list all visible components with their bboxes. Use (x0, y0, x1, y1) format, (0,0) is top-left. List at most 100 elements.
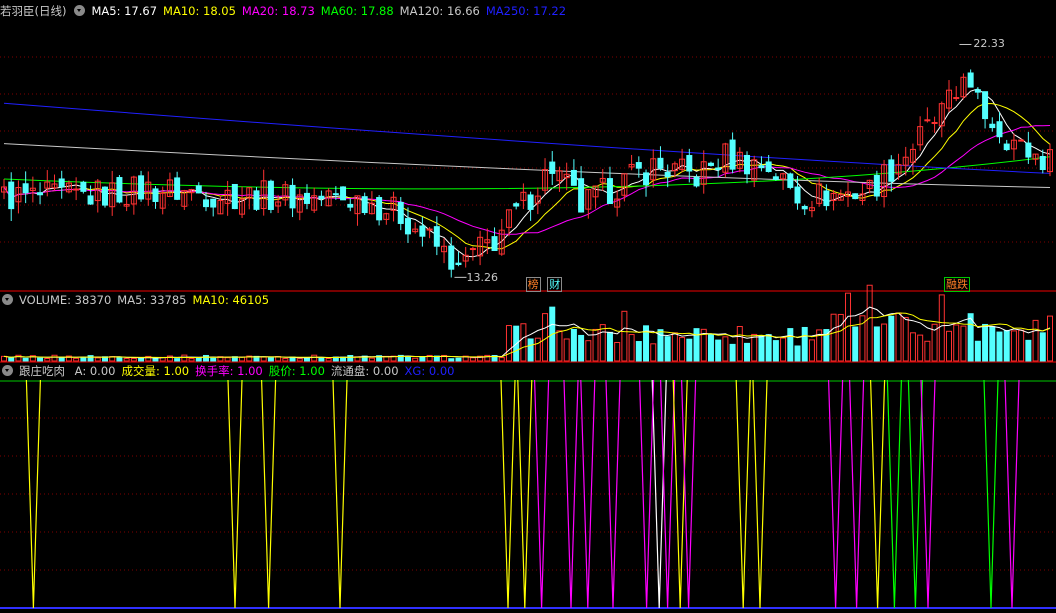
volume-bar (188, 358, 195, 362)
volume-bar (707, 333, 714, 362)
candle-body (361, 196, 368, 214)
candle-body (332, 193, 339, 196)
volume-bar (671, 332, 678, 362)
candle-body (664, 171, 671, 178)
candle-body (397, 201, 404, 224)
volume-bar (570, 328, 577, 362)
volume-bar (22, 357, 29, 362)
candle-body (210, 198, 217, 208)
volume-bar (87, 355, 94, 362)
candle-body (967, 72, 974, 88)
volume-bar (1047, 315, 1053, 362)
ma-legend-item-5: MA250: 17.22 (485, 4, 567, 18)
volume-bar (606, 331, 613, 362)
event-tag[interactable]: 融跌 (944, 277, 970, 292)
grid-lines (0, 56, 1056, 609)
volume-bar (1039, 332, 1046, 362)
candle-body (80, 181, 87, 192)
candle-body (303, 192, 310, 204)
candle-body (715, 167, 722, 171)
candle-body (974, 89, 981, 93)
volume-bar (130, 358, 137, 362)
candle-body (801, 205, 808, 210)
volume-bar (210, 357, 217, 362)
volume-bar (1003, 329, 1010, 362)
volume-bar (909, 332, 916, 362)
volume-bar (917, 334, 924, 362)
indicator-legend-item-1: 成交量: 1.00 (121, 364, 190, 378)
candle-body (376, 197, 383, 221)
volume-bar (73, 357, 80, 362)
volume-legend-item-1: MA5: 33785 (117, 293, 187, 307)
candle-body (744, 154, 751, 175)
volume-bar (325, 357, 332, 362)
candle-body (527, 194, 534, 210)
dropdown-icon[interactable] (2, 365, 13, 376)
volume-bar (996, 331, 1003, 362)
candle-body (657, 157, 664, 169)
price-legend: 若羽臣(日线) MA5: 17.67 MA10: 18.05 MA20: 18.73 M… (0, 2, 578, 20)
candle-body (8, 181, 15, 210)
event-tag[interactable]: 财 (547, 277, 563, 292)
volume-bar (837, 313, 844, 362)
volume-bar (51, 354, 58, 362)
candle-body (253, 190, 260, 210)
volume-bar (758, 335, 765, 362)
candle-body (693, 176, 700, 187)
volume-bar (924, 340, 931, 362)
volume-bar (794, 345, 801, 362)
candle-body (433, 226, 440, 247)
ma-legend-item-4: MA120: 16.66 (399, 4, 480, 18)
volume-bar (224, 357, 231, 362)
ma-legend-item-0: MA5: 17.67 (91, 4, 158, 18)
volume-bar (1025, 339, 1032, 362)
dropdown-icon[interactable] (2, 294, 13, 305)
volume-bar (953, 324, 960, 362)
volume-bar (765, 334, 772, 362)
candle-body (549, 161, 556, 174)
dropdown-icon[interactable] (74, 5, 86, 16)
volume-bar (664, 336, 671, 362)
event-tag[interactable]: 榜 (525, 277, 541, 292)
volume-bar (202, 354, 209, 362)
volume-bar (296, 358, 303, 362)
volume-bar (866, 284, 873, 362)
candle-body (996, 121, 1003, 138)
candle-body (794, 186, 801, 204)
candle-body (1025, 142, 1032, 158)
candle-body (195, 185, 202, 194)
volume-bar (556, 330, 563, 362)
volume-bar (751, 333, 758, 362)
candle-body (469, 248, 476, 251)
volume-legend-item-0: VOLUME: 38370 (19, 293, 112, 307)
candle-body (202, 199, 209, 208)
volume-bar (635, 341, 642, 362)
volume-bar (873, 326, 880, 362)
volume-bar (974, 340, 981, 362)
candle-body (924, 119, 931, 122)
candle-body (953, 97, 960, 100)
indicator-legend: 跟庄吃肉 A: 0.00 成交量: 1.00 换手率: 1.00 股价: 1.00 流通… (0, 362, 466, 380)
ma-legend-item-3: MA60: 17.88 (320, 4, 394, 18)
volume-bar (534, 337, 541, 362)
volume-bar (946, 330, 953, 362)
candlesticks (1, 43, 1053, 278)
volume-bar (982, 323, 989, 362)
indicator-legend-item-0: A: 0.00 (74, 364, 116, 378)
volume-bar (37, 357, 44, 362)
volume-bar (1010, 330, 1017, 362)
volume-bar (787, 328, 794, 362)
indicator-legend-item-5: XG: 0.00 (404, 364, 455, 378)
indicator-spike (983, 379, 999, 609)
volume-bar (267, 357, 274, 362)
candle-body (491, 236, 498, 252)
candle-body (101, 186, 108, 206)
volume-bar (578, 334, 585, 362)
volume-bar (318, 357, 325, 362)
candle-body (578, 178, 585, 213)
volume-bar (520, 323, 527, 362)
indicator-spike (563, 379, 579, 609)
volume-bar (715, 339, 722, 362)
volume-bar (1018, 329, 1025, 362)
volume-bar (599, 324, 606, 362)
